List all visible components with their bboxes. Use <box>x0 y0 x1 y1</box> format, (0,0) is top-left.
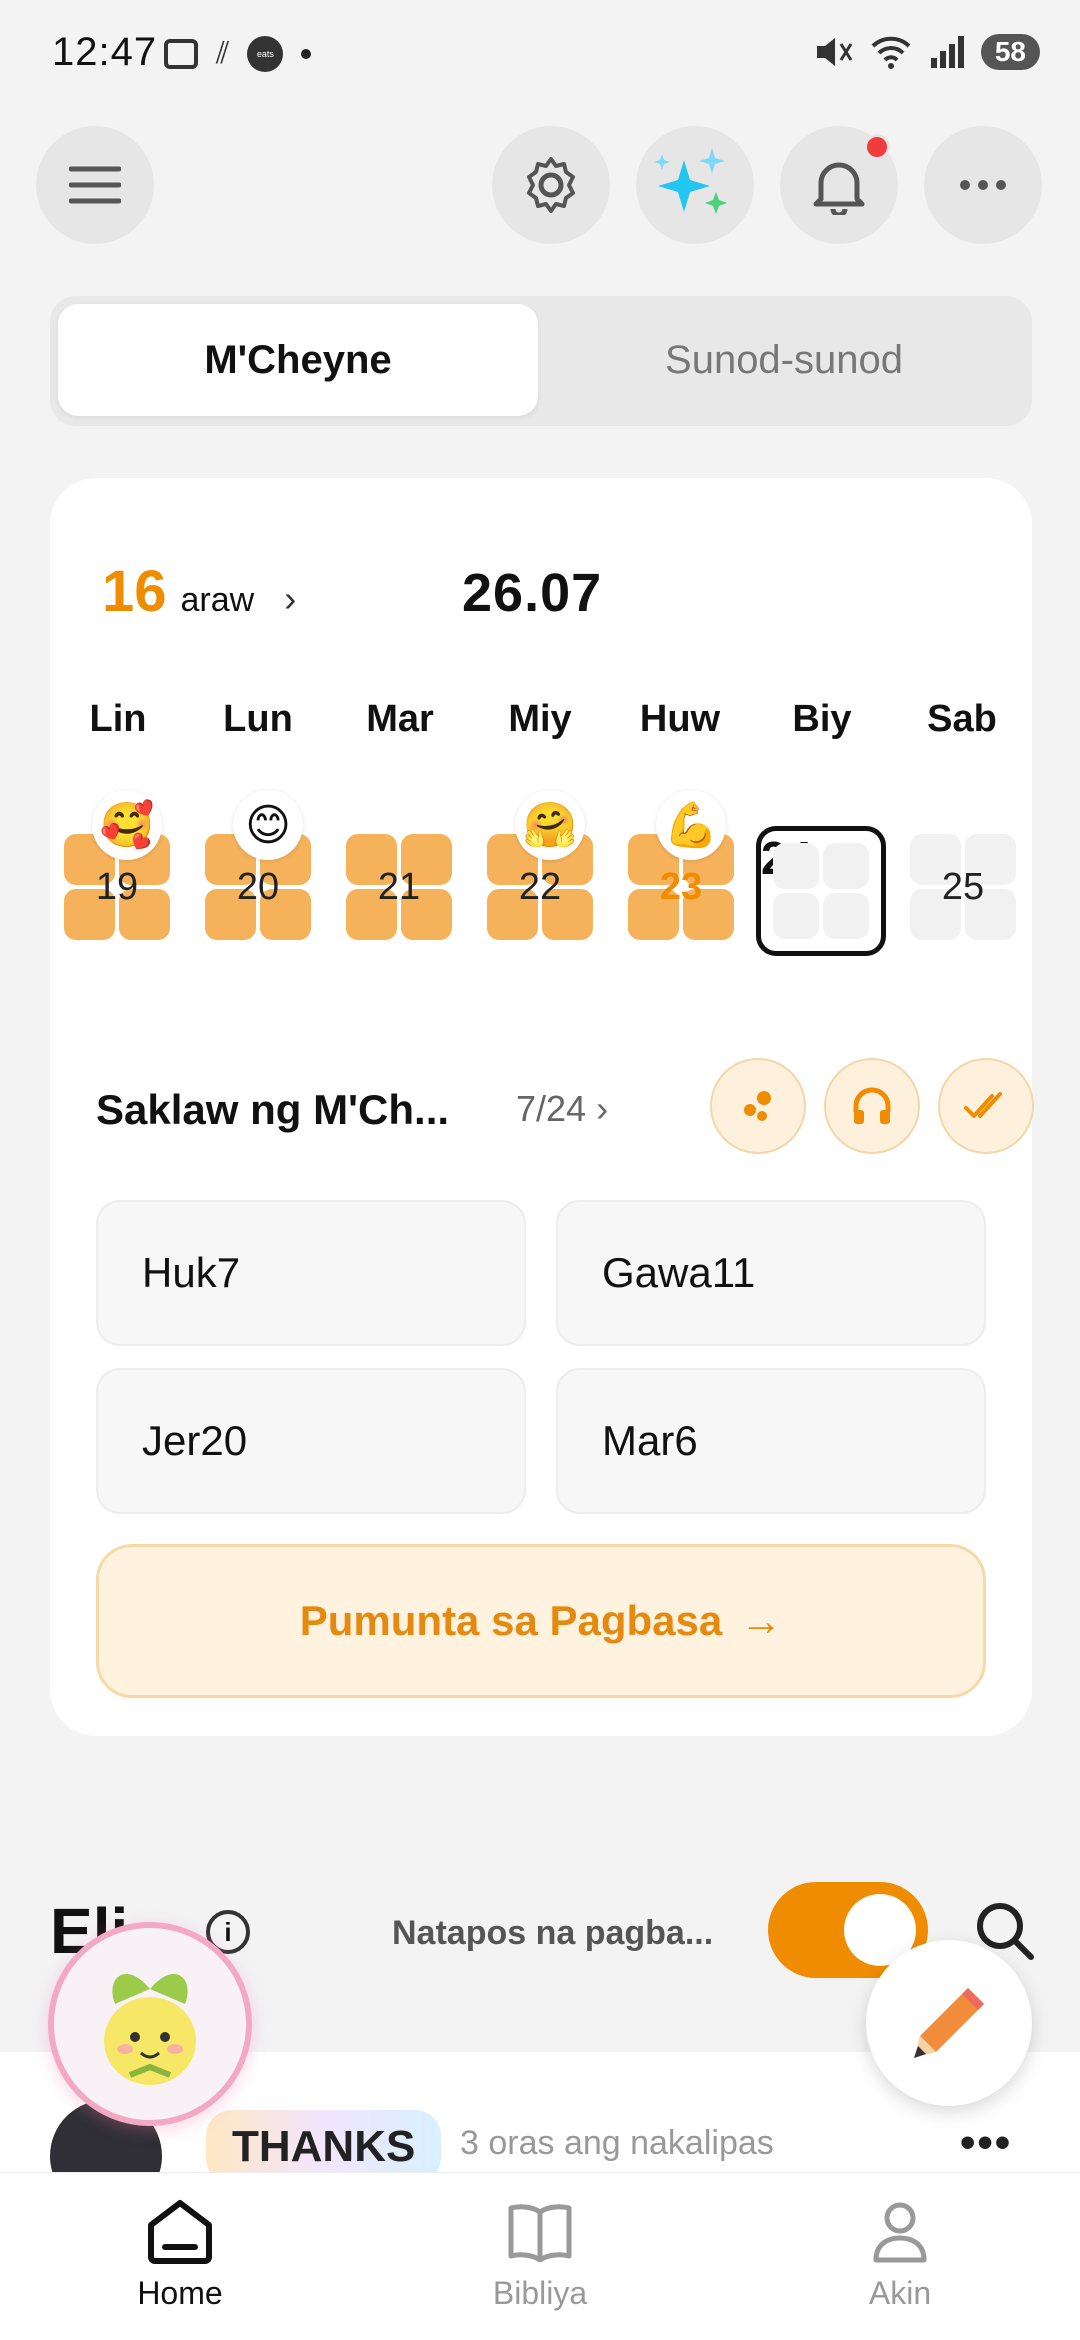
wifi-icon <box>871 36 911 69</box>
post-time: 3 oras ang nakalipas <box>460 2124 774 2162</box>
arrow-right-icon: → <box>740 1597 783 1644</box>
weekday-label: Lin <box>89 698 147 740</box>
status-time: 12:47 <box>52 30 158 74</box>
day-cell[interactable]: 25 <box>910 834 1016 940</box>
audio-button[interactable] <box>824 1058 920 1154</box>
settings-button[interactable] <box>492 126 610 244</box>
nav-label: Bibliya <box>492 2275 588 2311</box>
dots-cluster-icon <box>744 1091 771 1121</box>
bell-icon <box>813 162 865 215</box>
screenshot-icon <box>164 39 198 69</box>
home-icon <box>148 2200 212 2264</box>
weekday-label: Huw <box>639 698 721 740</box>
streak-link[interactable]: 16 araw › <box>102 558 296 625</box>
hamburger-icon <box>69 166 121 204</box>
weekday-label: Sab <box>927 698 997 740</box>
tab-mcheyne[interactable]: M'Cheyne <box>58 304 538 416</box>
current-date: 26.07 <box>462 563 603 623</box>
finished-reading-label: Natapos na pagba... <box>392 1914 714 1952</box>
battery-indicator: 58 <box>980 34 1040 70</box>
reaction-emoji: 🤗 <box>515 790 585 860</box>
more-options-button[interactable] <box>924 126 1042 244</box>
menu-button[interactable] <box>36 126 154 244</box>
coupang-eats-icon: eats <box>247 36 284 72</box>
person-icon <box>873 2202 927 2263</box>
share-button[interactable] <box>710 1058 806 1154</box>
sprout-mascot-icon <box>104 1973 196 2085</box>
reaction-emoji: 😊 <box>233 790 303 860</box>
day-number: 21 <box>377 865 421 908</box>
nav-bible[interactable]: Bibliya <box>440 2195 640 2312</box>
ai-sparkle-button[interactable] <box>636 126 754 244</box>
more-dots-icon <box>960 180 1006 190</box>
pencil-icon <box>914 1988 984 2058</box>
reaction-emoji: 💪 <box>656 790 726 860</box>
mute-icon <box>816 38 853 66</box>
streak-count: 16 <box>102 559 167 624</box>
streak-label: araw <box>180 581 255 619</box>
book-chip[interactable]: Huk7 <box>96 1200 526 1346</box>
book-chip[interactable]: Gawa11 <box>556 1200 986 1346</box>
notifications-button[interactable] <box>780 126 898 244</box>
go-to-reading-label: Pumunta sa Pagbasa <box>299 1597 723 1644</box>
day-cell-today[interactable]: 24 <box>756 826 886 956</box>
nav-profile[interactable]: Akin <box>800 2195 1000 2312</box>
go-to-reading-button[interactable]: Pumunta sa Pagbasa → <box>96 1544 986 1698</box>
notification-dot-icon <box>301 49 312 59</box>
day-cell[interactable]: 20 😊 <box>205 790 311 940</box>
range-count[interactable]: 7/24 › <box>516 1088 608 1130</box>
write-button[interactable] <box>866 1940 1032 2106</box>
nav-label: Akin <box>868 2275 932 2311</box>
status-left-icons: ⫽ eats <box>164 36 312 72</box>
double-check-icon <box>964 1092 1002 1118</box>
day-cell[interactable]: 23 💪 <box>628 790 734 940</box>
reading-range-row: Saklaw ng M'Ch... 7/24 › <box>96 1058 1034 1158</box>
weekday-label: Mar <box>366 698 434 740</box>
weekday-label: Lun <box>223 698 293 740</box>
data-icon: ⫽ <box>216 37 230 70</box>
nav-label: Home <box>137 2275 223 2311</box>
range-title[interactable]: Saklaw ng M'Ch... <box>96 1086 449 1134</box>
day-cell[interactable]: 22 🤗 <box>487 790 593 940</box>
post-more-button[interactable]: ••• <box>960 2118 1012 2168</box>
headphones-icon <box>853 1087 891 1124</box>
signal-icon <box>930 36 964 68</box>
reaction-emoji: 🥰 <box>92 790 162 860</box>
weekday-label: Biy <box>792 698 852 740</box>
bottom-navigation: Home Bibliya Akin <box>0 2172 1080 2340</box>
book-icon <box>508 2204 572 2262</box>
plan-segmented-control: M'Cheyne Sunod-sunod <box>50 296 1032 426</box>
book-chip[interactable]: Mar6 <box>556 1368 986 1514</box>
status-bar: 12:47 ⫽ eats 58 <box>0 0 1080 110</box>
reading-plan-card: 16 araw › 26.07 Lin Lun Mar Miy Huw Biy … <box>50 478 1034 1736</box>
mark-read-button[interactable] <box>938 1058 1034 1154</box>
top-bar <box>0 126 1080 250</box>
weekday-label: Miy <box>508 698 572 740</box>
mascot-button[interactable] <box>48 1922 252 2126</box>
day-cell[interactable]: 19 🥰 <box>64 790 170 940</box>
tab-sunod-sunod[interactable]: Sunod-sunod <box>544 304 1024 416</box>
notification-badge <box>864 134 890 160</box>
sparkle-icon <box>654 148 727 214</box>
day-cell[interactable]: 21 <box>346 834 452 940</box>
book-chip[interactable]: Jer20 <box>96 1368 526 1514</box>
chevron-right-icon: › <box>596 1088 609 1129</box>
day-number: 25 <box>941 865 985 908</box>
nav-home[interactable]: Home <box>80 2195 280 2312</box>
chevron-right-icon: › <box>284 578 297 619</box>
range-count-value: 7/24 <box>516 1088 587 1129</box>
status-right-icons: 58 <box>813 34 1040 70</box>
gear-icon <box>527 157 575 213</box>
